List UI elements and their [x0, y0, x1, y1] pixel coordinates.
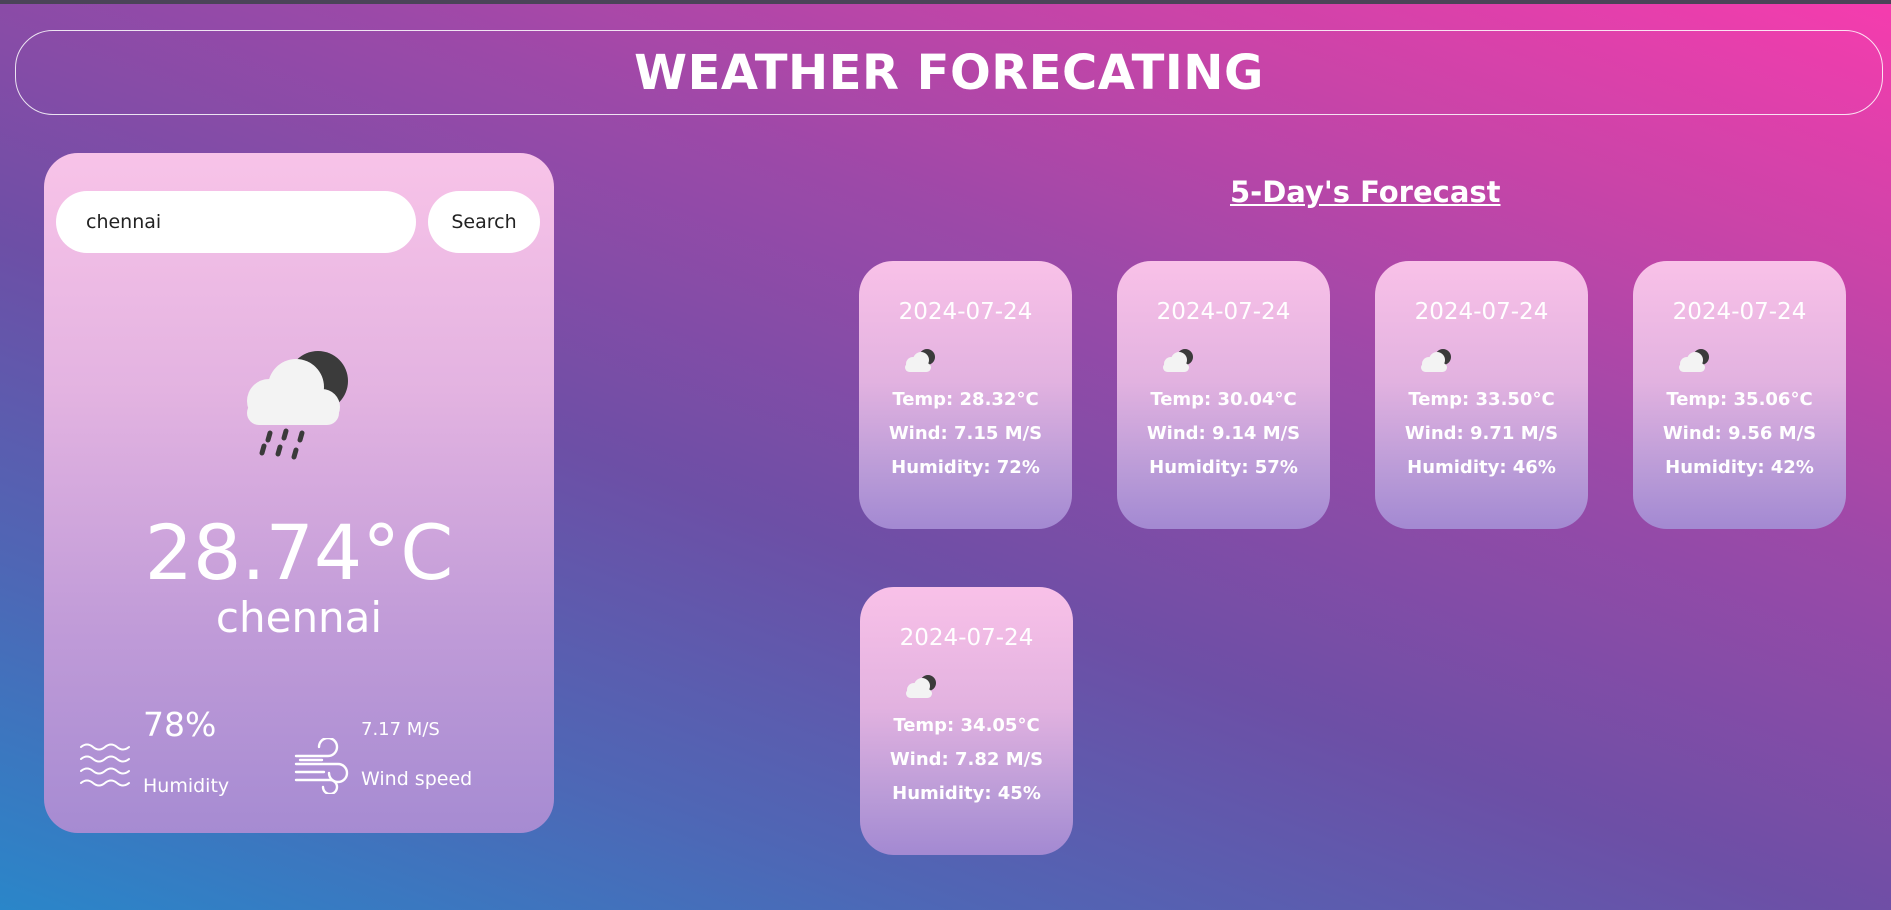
cloud-moon-icon — [1163, 349, 1193, 372]
humidity-value: 78% — [143, 705, 217, 744]
wind-speed-value: 7.17 M/S — [361, 719, 440, 740]
cloud-moon-icon — [1679, 349, 1709, 372]
forecast-temp: Temp: 35.06°C — [1666, 389, 1813, 410]
forecast-humidity: Humidity: 46% — [1407, 457, 1556, 478]
forecast-temp: Temp: 30.04°C — [1150, 389, 1297, 410]
forecast-wind: Wind: 7.15 M/S — [888, 423, 1043, 444]
forecast-title: 5-Day's Forecast — [1230, 175, 1501, 209]
forecast-card: 2024-07-24 Temp: 30.04°C Wind: 9.14 M/S … — [1117, 261, 1330, 529]
forecast-date: 2024-07-24 — [1414, 299, 1549, 325]
forecast-date: 2024-07-24 — [899, 625, 1034, 651]
forecast-wind: Wind: 9.71 M/S — [1404, 423, 1559, 444]
current-city: chennai — [215, 593, 383, 642]
forecast-temp: Temp: 33.50°C — [1408, 389, 1555, 410]
cloud-moon-icon — [905, 349, 935, 372]
forecast-temp: Temp: 34.05°C — [893, 715, 1040, 736]
forecast-date: 2024-07-24 — [1672, 299, 1807, 325]
forecast-date: 2024-07-24 — [898, 299, 1033, 325]
forecast-date: 2024-07-24 — [1156, 299, 1291, 325]
forecast-card: 2024-07-24 Temp: 35.06°C Wind: 9.56 M/S … — [1633, 261, 1846, 529]
forecast-card: 2024-07-24 Temp: 28.32°C Wind: 7.15 M/S … — [859, 261, 1072, 529]
forecast-humidity: Humidity: 42% — [1665, 457, 1814, 478]
city-search-input[interactable] — [56, 191, 416, 253]
forecast-humidity: Humidity: 45% — [892, 783, 1041, 804]
humidity-label: Humidity — [143, 775, 230, 797]
forecast-card: 2024-07-24 Temp: 33.50°C Wind: 9.71 M/S … — [1375, 261, 1588, 529]
forecast-wind: Wind: 7.82 M/S — [889, 749, 1044, 770]
search-button[interactable]: Search — [428, 191, 540, 253]
wind-speed-label: Wind speed — [361, 768, 473, 790]
forecast-card: 2024-07-24 Temp: 34.05°C Wind: 7.82 M/S … — [860, 587, 1073, 855]
forecast-humidity: Humidity: 57% — [1149, 457, 1298, 478]
cloud-moon-icon — [1421, 349, 1451, 372]
cloud-rain-moon-icon — [247, 351, 348, 460]
window-top-border — [0, 0, 1891, 4]
forecast-humidity: Humidity: 72% — [891, 457, 1040, 478]
current-weather-card: Search 28.74°C chennai 78% Humidity — [44, 153, 554, 833]
forecast-temp: Temp: 28.32°C — [892, 389, 1039, 410]
forecast-wind: Wind: 9.14 M/S — [1146, 423, 1301, 444]
page-header: WEATHER FORECATING — [15, 30, 1883, 115]
current-temperature: 28.74°C — [144, 508, 454, 597]
page-title: WEATHER FORECATING — [634, 44, 1264, 101]
forecast-wind: Wind: 9.56 M/S — [1662, 423, 1817, 444]
humidity-waves-icon — [80, 743, 130, 787]
cloud-moon-icon — [906, 675, 936, 698]
wind-icon — [294, 738, 349, 794]
